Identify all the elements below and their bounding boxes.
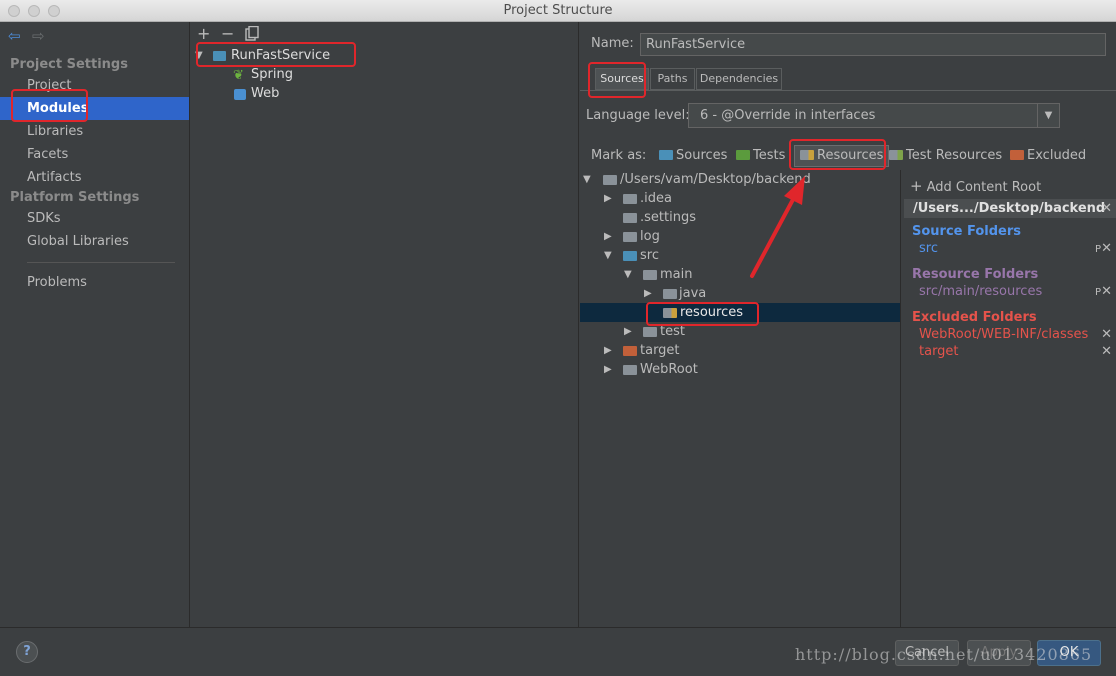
project-structure-window: Project Structure ⇦ ⇨ Project Settings P… — [0, 0, 1116, 676]
annotation-arrow — [750, 176, 805, 278]
